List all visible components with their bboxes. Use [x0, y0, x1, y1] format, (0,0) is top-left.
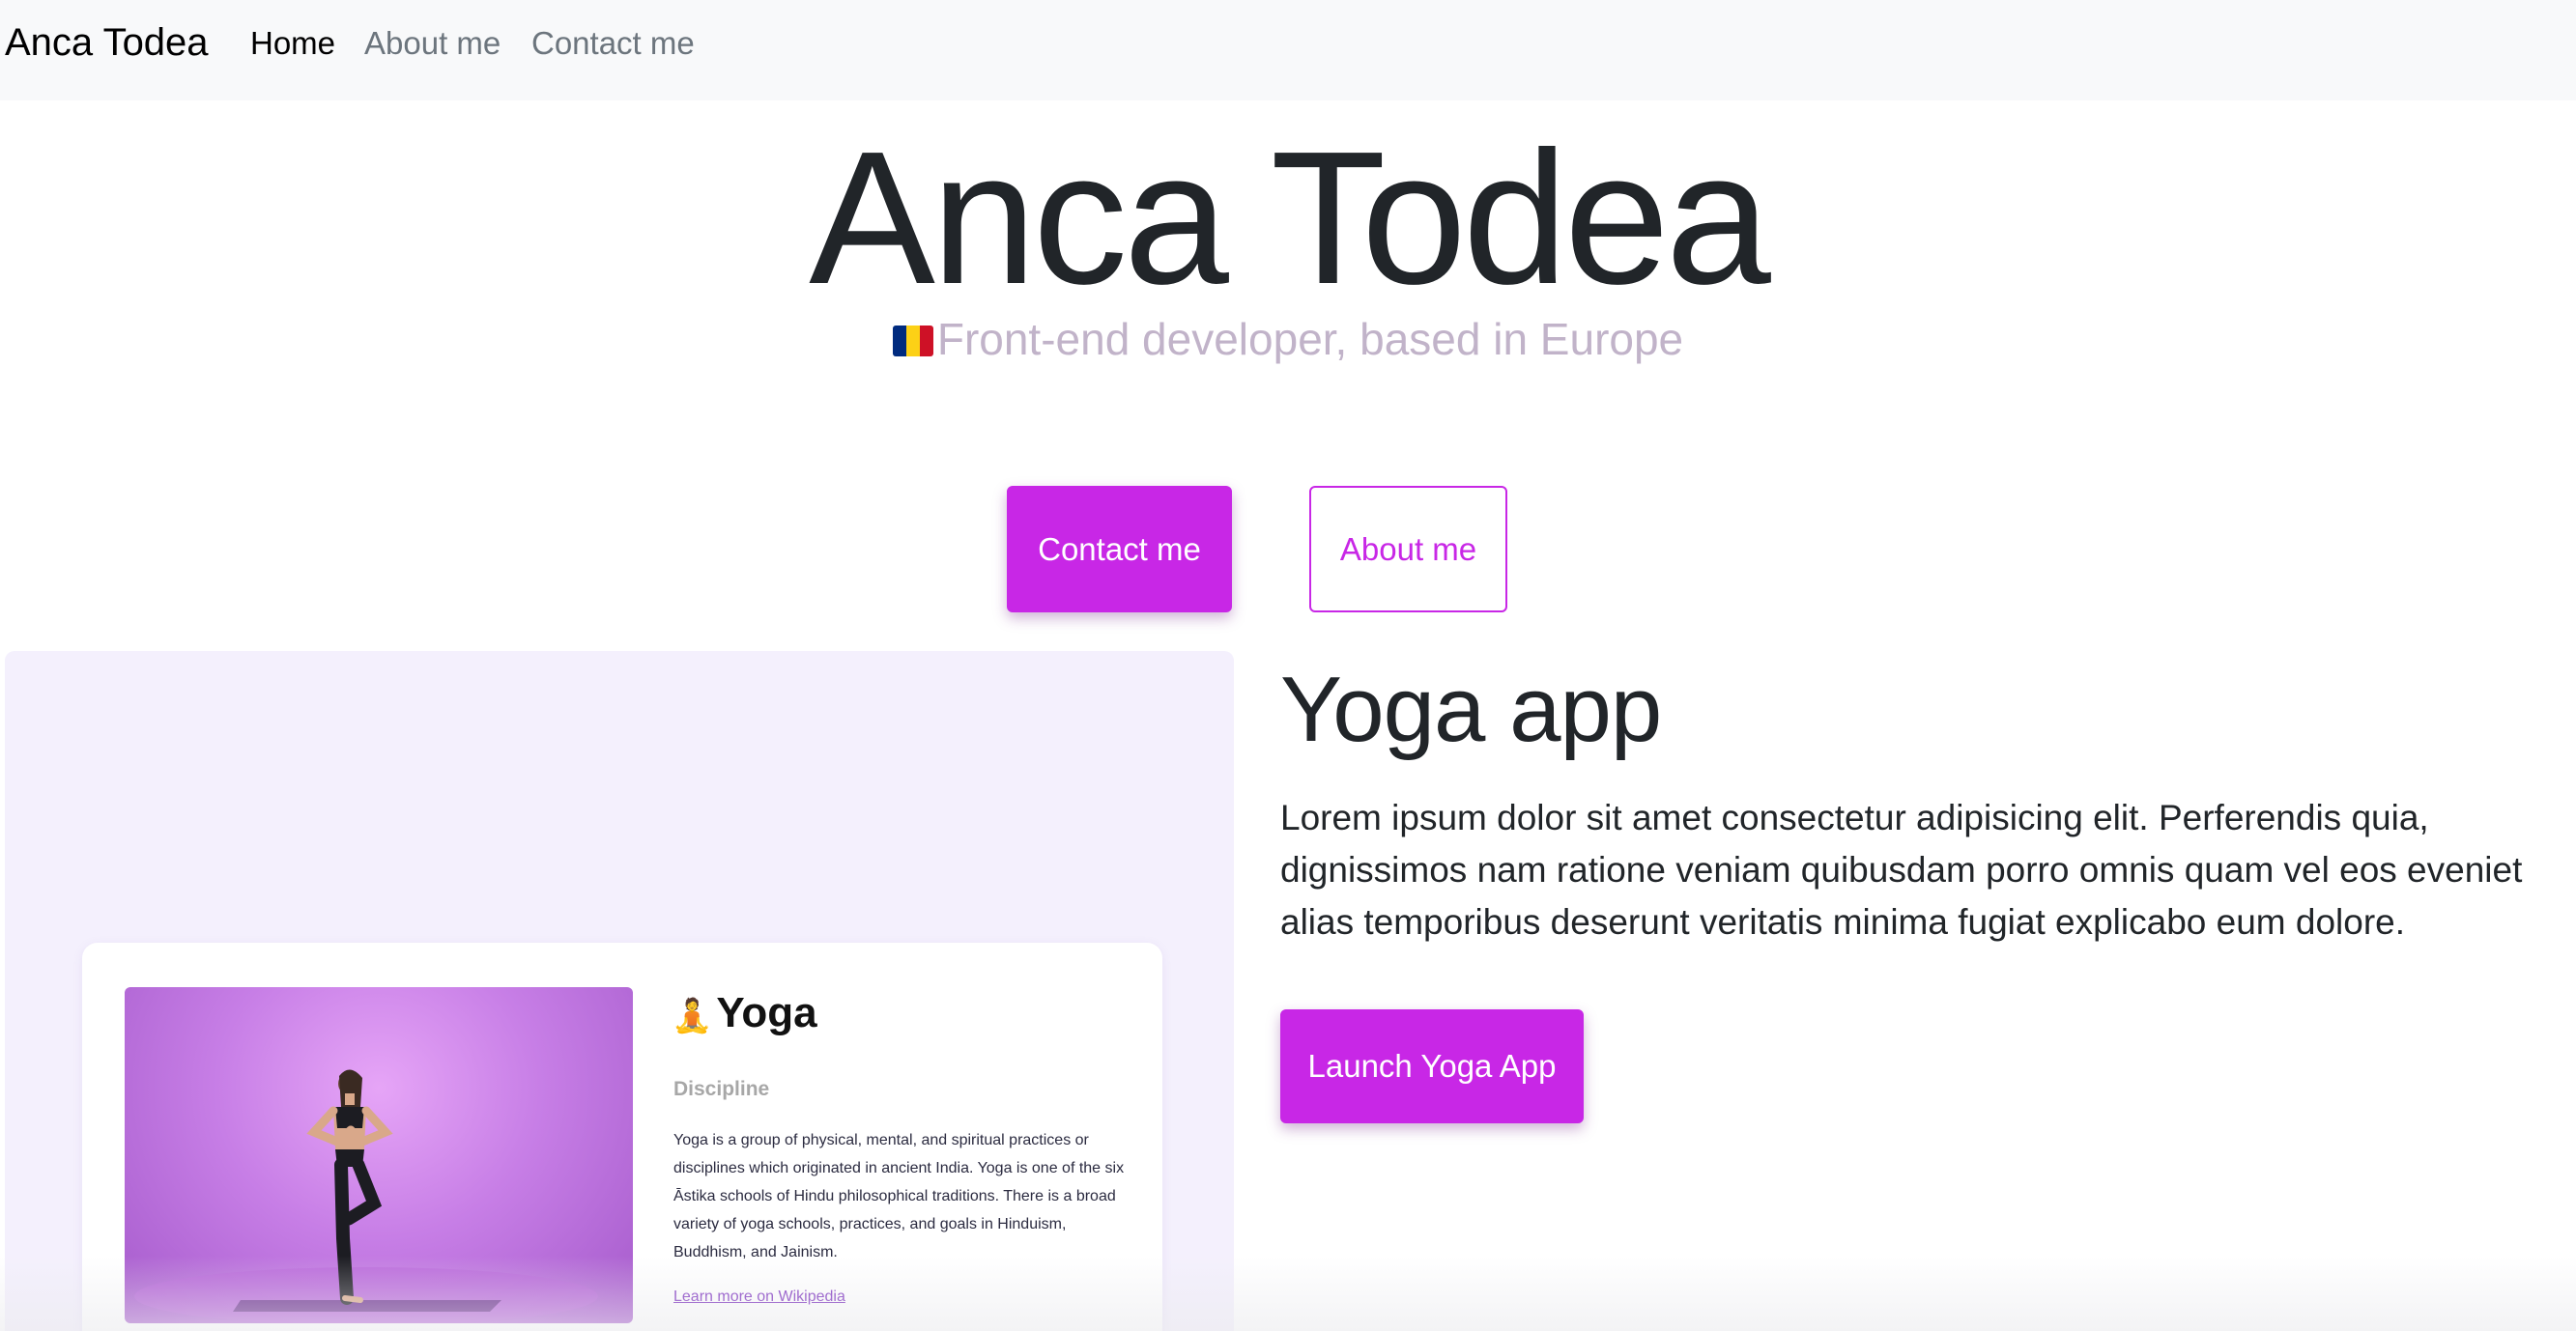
project-description: Lorem ipsum dolor sit amet consectetur a… — [1280, 798, 2523, 942]
hero-subtitle-row: Front-end developer, based in Europe — [0, 313, 2576, 365]
nav-link-about[interactable]: About me — [364, 25, 501, 62]
wikipedia-link[interactable]: Learn more on Wikipedia — [673, 1289, 845, 1306]
about-me-button[interactable]: About me — [1309, 486, 1507, 612]
navbar-brand[interactable]: Anca Todea — [5, 21, 209, 65]
project-preview-panel: 🧘Yoga Discipline Yoga is a group of phys… — [5, 651, 1234, 1331]
hero-subtitle: Front-end developer, based in Europe — [936, 314, 1684, 364]
nav-link-contact[interactable]: Contact me — [531, 25, 695, 62]
yoga-card-text: Yoga is a group of physical, mental, and… — [673, 1132, 1125, 1260]
yoga-card-tag: Discipline — [673, 1078, 770, 1100]
navbar: Anca Todea Home About me Contact me — [0, 0, 2576, 100]
yoga-preview-image — [125, 987, 633, 1323]
yoga-card-title-row: 🧘Yoga — [672, 989, 817, 1037]
yoga-card-title: Yoga — [716, 989, 817, 1036]
yoga-preview-card: 🧘Yoga Discipline Yoga is a group of phys… — [82, 943, 1162, 1331]
contact-me-button[interactable]: Contact me — [1007, 486, 1232, 612]
lotus-position-icon: 🧘 — [672, 998, 713, 1034]
launch-yoga-app-button[interactable]: Launch Yoga App — [1280, 1009, 1584, 1123]
yoga-pose-illustration — [134, 1069, 598, 1323]
romania-flag-icon — [892, 326, 933, 356]
nav-link-home[interactable]: Home — [250, 25, 335, 62]
project-title: Yoga app — [1280, 658, 1662, 761]
hero-title: Anca Todea — [809, 112, 1771, 324]
